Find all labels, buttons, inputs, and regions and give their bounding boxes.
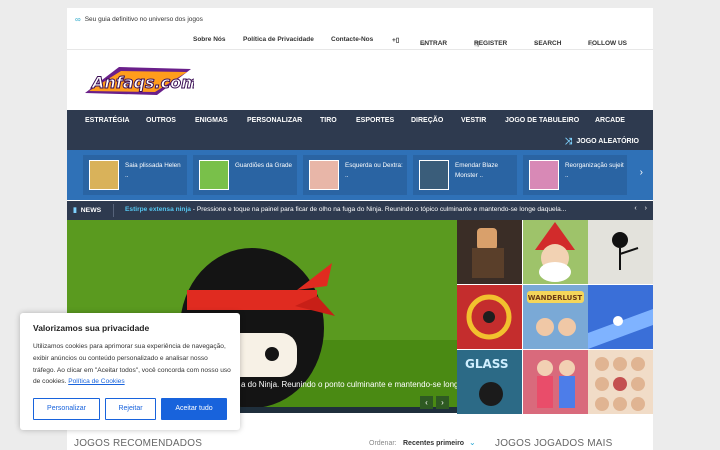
contact-link[interactable]: Contacte-Nos [331, 36, 373, 43]
main-nav: ESTRATÉGIA OUTROS ENIGMAS PERSONALIZAR T… [67, 110, 653, 150]
customize-button[interactable]: Personalizar [33, 398, 100, 420]
news-label-text: NEWS [80, 206, 102, 214]
nav-item-tiro[interactable]: TIRO [320, 117, 337, 124]
featured-card[interactable]: Esquerda ou Dextra: .. [303, 155, 407, 195]
featured-title: Saia plissada Helen .. [125, 162, 181, 179]
news-separator [113, 204, 114, 217]
game-tile[interactable] [457, 220, 522, 284]
game-tile[interactable] [457, 285, 522, 349]
logo-text: Anfaqs.com [90, 73, 194, 92]
cookie-title: Valorizamos sua privacidade [33, 323, 150, 333]
nav-item-arcade[interactable]: ARCADE [595, 117, 625, 124]
chevron-left-icon[interactable]: ‹ [420, 396, 433, 409]
news-label: ▮ NEWS [73, 206, 102, 215]
sort-select[interactable]: Recentes primeiro [403, 440, 464, 447]
nav-item-outros[interactable]: OUTROS [146, 117, 176, 124]
cookie-policy-link[interactable]: Política de Cookies [68, 378, 124, 385]
nav-item-vestir[interactable]: VESTIR [461, 117, 486, 124]
featured-thumb [309, 160, 339, 190]
cookie-body-text: Utilizamos cookies para aprimorar sua ex… [33, 343, 231, 386]
nav-item-esportes[interactable]: ESPORTES [356, 117, 394, 124]
search-label: SEARCH [534, 40, 562, 47]
nav-item-tabuleiro[interactable]: JOGO DE TABULEIRO [505, 117, 579, 124]
featured-title: Emendar Blaze Monster .. [455, 162, 499, 179]
news-arrows: ‹ › [634, 205, 647, 212]
accept-all-button[interactable]: Aceitar tudo [161, 398, 227, 420]
featured-thumb [89, 160, 119, 190]
featured-thumb [529, 160, 559, 190]
news-ticker: ▮ NEWS Estirpe extensa ninja - Pressione… [67, 201, 653, 220]
news-text[interactable]: Estirpe extensa ninja - Pressione e toqu… [125, 206, 615, 213]
svg-text:GLASS: GLASS [465, 357, 509, 371]
chevron-left-icon[interactable]: ‹ [634, 205, 636, 212]
featured-card[interactable]: Reorganização sujeit .. [523, 155, 627, 195]
nav-item-enigmas[interactable]: ENIGMAS [195, 117, 228, 124]
svg-text:WANDERLUST: WANDERLUST [528, 294, 583, 302]
most-played-heading: JOGOS JOGADOS MAIS [495, 438, 613, 449]
featured-title: Reorganização sujeit .. [565, 162, 624, 179]
gamepad-icon: ∞ [75, 15, 81, 24]
privacy-link[interactable]: Política de Privacidade [243, 36, 314, 43]
recommended-heading: JOGOS RECOMENDADOS [74, 438, 203, 449]
nav-item-personalizar[interactable]: PERSONALIZAR [247, 117, 302, 124]
sort-label: Ordenar: [369, 440, 397, 447]
game-tile[interactable]: GLASS [457, 350, 522, 414]
bottom-section: JOGOS RECOMENDADOS Ordenar: Recentes pri… [67, 433, 653, 450]
game-tile[interactable] [523, 220, 588, 284]
game-tile[interactable]: WANDERLUST [523, 285, 588, 349]
featured-title: Esquerda ou Dextra: .. [345, 162, 403, 179]
game-tile[interactable] [588, 220, 653, 284]
random-game-link[interactable]: ⤨ JOGO ALEATÓRIO [565, 136, 639, 147]
plus-link[interactable]: +▯ [392, 36, 399, 44]
game-tile[interactable] [523, 350, 588, 414]
cookie-consent-dialog: Valorizamos sua privacidade Utilizamos c… [20, 313, 240, 430]
reject-button[interactable]: Rejeitar [105, 398, 156, 420]
random-game-label: JOGO ALEATÓRIO [576, 138, 639, 145]
tagline-text: Seu guia definitivo no universo dos jogo… [84, 16, 203, 23]
site-logo[interactable]: Anfaqs.com [79, 63, 194, 99]
register-label: REGISTER [474, 40, 508, 47]
featured-card[interactable]: Guardiões da Grade [193, 155, 297, 195]
featured-thumb [199, 160, 229, 190]
game-tiles-grid: WANDERLUST GLASS [457, 220, 653, 414]
header-divider [67, 49, 653, 50]
chevron-down-icon[interactable]: ⌄ [469, 438, 476, 447]
chevron-right-icon[interactable]: › [640, 167, 643, 178]
news-headline[interactable]: Estirpe extensa ninja [125, 206, 191, 213]
hero-caption: a do Ninja. Reunindo o ponto culminante … [241, 380, 457, 389]
nav-item-direcao[interactable]: DIREÇÃO [411, 117, 443, 124]
chevron-right-icon[interactable]: › [645, 205, 647, 212]
featured-strip: Saia plissada Helen .. Guardiões da Grad… [67, 150, 653, 200]
chevron-right-icon[interactable]: › [436, 396, 449, 409]
hero-arrows: ‹ › [420, 396, 449, 409]
about-link[interactable]: Sobre Nós [193, 36, 226, 43]
featured-thumb [419, 160, 449, 190]
shuffle-icon: ⤨ [565, 136, 573, 146]
featured-title: Guardiões da Grade [235, 162, 293, 169]
bolt-icon: ▮ [73, 207, 77, 214]
cookie-body: Utilizamos cookies para aprimorar sua ex… [33, 341, 231, 388]
tagline: ∞ Seu guia definitivo no universo dos jo… [75, 15, 203, 24]
login-label: ENTRAR [420, 40, 448, 47]
top-links: Sobre Nós Política de Privacidade Contac… [67, 32, 653, 50]
featured-card[interactable]: Saia plissada Helen .. [83, 155, 187, 195]
game-tile[interactable] [588, 350, 653, 414]
news-body: - Pressione e toque na painel para ficar… [190, 206, 567, 213]
game-tile[interactable] [588, 285, 653, 349]
follow-label: FOLLOW US [588, 40, 627, 47]
nav-item-estrategia[interactable]: ESTRATÉGIA [85, 117, 130, 124]
top-tagline-bar: ∞ Seu guia definitivo no universo dos jo… [67, 8, 653, 30]
featured-card[interactable]: Emendar Blaze Monster .. [413, 155, 517, 195]
